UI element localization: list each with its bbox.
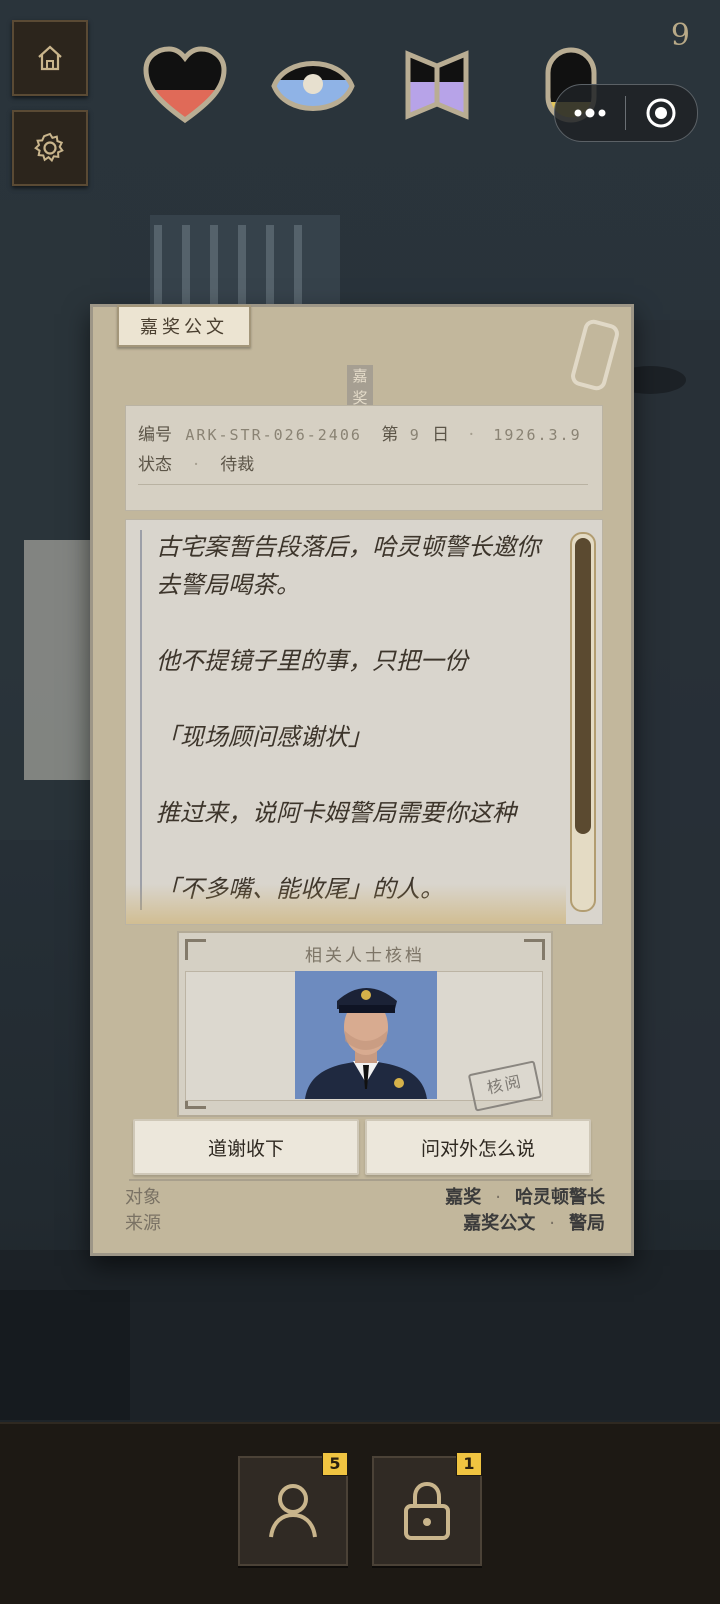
meta-row-status: 状态 · 待裁 — [138, 450, 254, 475]
story-text: 古宅案暂告段落后，哈灵顿警长邀你去警局喝茶。 他不提镜子里的事，只把一份 「现场… — [156, 528, 541, 924]
status-separator: · — [193, 455, 199, 475]
date-value: 1926.3.9 — [493, 426, 582, 444]
person-dossier: 相关人士核档 核阅 — [177, 931, 553, 1117]
mini-program-capsule — [554, 84, 698, 142]
person-icon — [269, 1484, 317, 1538]
settings-button[interactable] — [12, 110, 88, 186]
police-chief-image — [295, 971, 437, 1099]
source-values: 嘉奖公文 · 警局 — [463, 1209, 605, 1235]
id-label: 编号 — [138, 425, 172, 445]
police-chief-portrait — [295, 971, 437, 1099]
gear-icon — [34, 132, 64, 163]
characters-button[interactable]: 5 — [238, 1452, 348, 1566]
story-scrollbar[interactable] — [570, 532, 596, 912]
status-label: 状态 — [138, 455, 172, 475]
status-value: 待裁 — [220, 455, 255, 475]
target-label: 对象 — [125, 1187, 161, 1208]
story-panel[interactable]: 古宅案暂告段落后，哈灵顿警长邀你去警局喝茶。 他不提镜子里的事，只把一份 「现场… — [125, 519, 603, 925]
commendation-card: 嘉奖公文 嘉奖 编号 ARK-STR-026-2406 第 9 日 · 1926… — [90, 304, 634, 1256]
source-label: 来源 — [125, 1213, 161, 1234]
target-person: 哈灵顿警长 — [515, 1187, 605, 1208]
more-dots-icon — [574, 108, 606, 118]
story-paragraph: 推过来，说阿卡姆警局需要你这种 — [156, 799, 516, 827]
footer-separator: · — [495, 1187, 501, 1208]
heart-stat — [142, 46, 228, 130]
bottom-toolbar: 5 1 — [0, 1422, 720, 1604]
source-org: 警局 — [569, 1213, 605, 1234]
corner-day-number: 9 — [670, 18, 690, 53]
corner-bracket — [185, 939, 206, 960]
story-fade — [126, 884, 566, 924]
id-value: ARK-STR-026-2406 — [185, 426, 362, 444]
accept-thanks-button[interactable]: 道谢收下 — [133, 1119, 359, 1175]
more-button[interactable] — [555, 85, 625, 141]
characters-count-badge: 5 — [322, 1452, 348, 1476]
day-value: 9 — [409, 426, 421, 444]
close-program-button[interactable] — [626, 85, 696, 141]
day-suffix: 日 — [432, 425, 450, 445]
eye-stat — [270, 48, 356, 132]
ask-public-statement-button[interactable]: 问对外怎么说 — [365, 1119, 591, 1175]
heart-icon — [143, 46, 227, 124]
story-paragraph: 他不提镜子里的事，只把一份 — [156, 647, 468, 675]
book-stat — [404, 46, 470, 130]
source-document: 嘉奖公文 — [463, 1213, 536, 1234]
padlock-icon — [404, 1481, 450, 1540]
corner-bracket — [524, 939, 545, 960]
paperclip-icon — [568, 317, 622, 393]
home-icon — [38, 45, 62, 71]
meta-separator: · — [468, 425, 474, 445]
dossier-title: 相关人士核档 — [305, 946, 425, 966]
target-close-icon — [646, 98, 676, 128]
document-meta: 编号 ARK-STR-026-2406 第 9 日 · 1926.3.9 状态 … — [125, 405, 603, 511]
scrollbar-thumb[interactable] — [575, 538, 591, 834]
locked-count-badge: 1 — [456, 1452, 482, 1476]
target-type: 嘉奖 — [445, 1187, 482, 1208]
story-paragraph: 古宅案暂告段落后，哈灵顿警长邀你去警局喝茶。 — [156, 533, 540, 599]
meta-row-id: 编号 ARK-STR-026-2406 第 9 日 · 1926.3.9 — [138, 420, 582, 445]
day-label: 第 — [381, 425, 399, 445]
card-tab: 嘉奖公文 — [117, 305, 251, 347]
choice-bar: 道谢收下 问对外怎么说 — [129, 1119, 593, 1181]
eye-icon — [271, 61, 355, 111]
footer-separator: · — [549, 1213, 555, 1234]
meta-divider — [138, 484, 588, 485]
story-margin-line — [140, 530, 142, 910]
target-values: 嘉奖 · 哈灵顿警长 — [445, 1183, 605, 1209]
book-icon — [405, 50, 469, 120]
locked-button[interactable]: 1 — [372, 1452, 482, 1566]
story-paragraph: 「现场顾问感谢状」 — [156, 723, 372, 751]
home-button[interactable] — [12, 20, 88, 96]
